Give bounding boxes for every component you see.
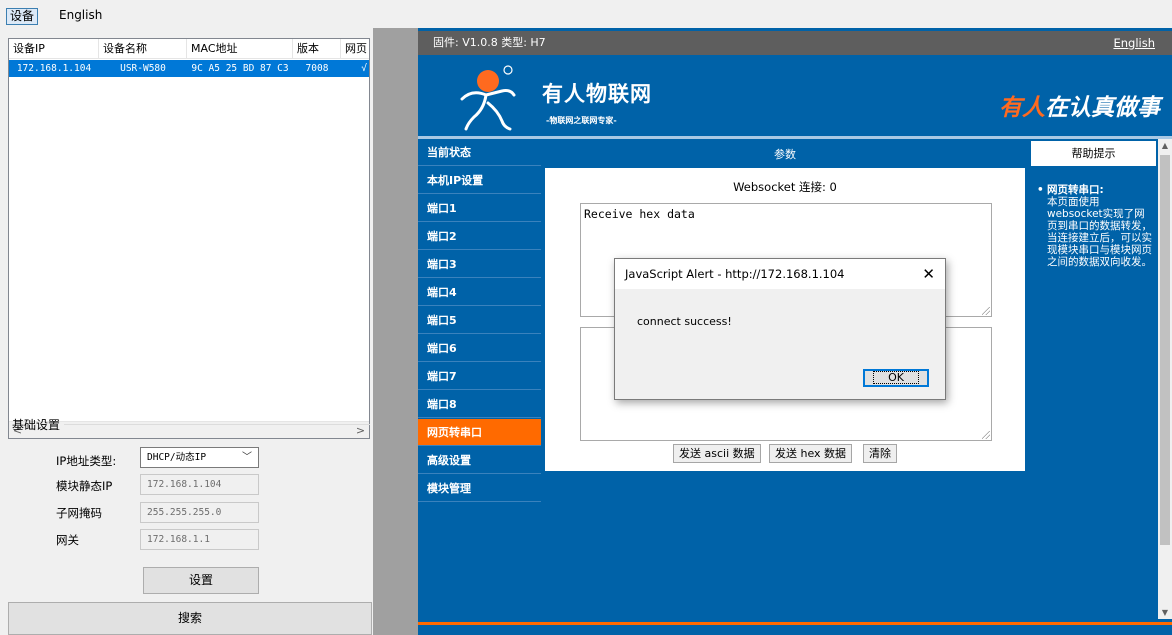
col-version[interactable]: 版本 <box>293 39 341 59</box>
help-item-text: 本页面使用websocket实现了网页到串口的数据转发，当连接建立后，可以实现模… <box>1047 196 1152 268</box>
vertical-scrollbar[interactable]: ▲ ▼ <box>1158 139 1172 619</box>
scroll-down-icon[interactable]: ▼ <box>1158 608 1172 617</box>
close-icon[interactable]: ✕ <box>922 264 935 284</box>
device-mac: 9C A5 25 BD 87 C3 <box>191 63 289 74</box>
resize-grip-icon[interactable] <box>982 307 990 315</box>
search-button[interactable]: 搜索 <box>8 602 372 635</box>
gateway-label: 网关 <box>56 533 79 547</box>
nav-item-port3[interactable]: 端口3 <box>418 251 541 278</box>
help-title: 帮助提示 <box>1029 139 1158 168</box>
nav-item-web-to-serial[interactable]: 网页转串口 <box>418 419 541 446</box>
device-web-check: √ <box>361 63 367 74</box>
ok-button[interactable]: OK <box>863 369 929 387</box>
config-tool-panel: 设备IP 设备名称 MAC地址 版本 网页 172.168.1.104 USR-… <box>0 28 373 635</box>
nav-item-port4[interactable]: 端口4 <box>418 279 541 306</box>
firmware-bar: 固件: V1.0.8 类型: H7 English <box>418 31 1172 55</box>
firmware-info: 固件: V1.0.8 类型: H7 <box>433 36 546 49</box>
nav-item-local-ip[interactable]: 本机IP设置 <box>418 167 541 194</box>
col-mac[interactable]: MAC地址 <box>187 39 293 59</box>
nav-item-port5[interactable]: 端口5 <box>418 307 541 334</box>
resize-grip-icon[interactable] <box>982 431 990 439</box>
footer-bar <box>418 622 1172 635</box>
slogan-highlight: 有人 <box>999 95 1045 121</box>
nav-item-port2[interactable]: 端口2 <box>418 223 541 250</box>
nav-item-status[interactable]: 当前状态 <box>418 139 541 166</box>
ok-label: OK <box>873 371 919 384</box>
gateway-field[interactable]: 172.168.1.1 <box>140 529 259 550</box>
device-list[interactable]: 设备IP 设备名称 MAC地址 版本 网页 172.168.1.104 USR-… <box>8 38 370 439</box>
nav-item-port8[interactable]: 端口8 <box>418 391 541 418</box>
ip-type-value: DHCP/动态IP <box>147 452 207 463</box>
slogan: 有人在认真做事 <box>999 88 1160 122</box>
subnet-field[interactable]: 255.255.255.0 <box>140 502 259 523</box>
tab-device[interactable]: 设备 <box>6 8 39 25</box>
clear-button[interactable]: 清除 <box>863 444 897 463</box>
ip-type-select[interactable]: DHCP/动态IP ﹀ <box>140 447 259 468</box>
col-web[interactable]: 网页 <box>341 39 369 59</box>
alert-title-text: JavaScript Alert - http://172.168.1.104 <box>625 267 845 281</box>
scroll-thumb[interactable] <box>1160 155 1170 545</box>
device-list-header: 设备IP 设备名称 MAC地址 版本 网页 <box>9 39 369 59</box>
nav-item-port6[interactable]: 端口6 <box>418 335 541 362</box>
tab-english[interactable]: English <box>56 8 105 25</box>
chevron-down-icon: ﹀ <box>242 452 252 463</box>
params-title: 参数 <box>545 141 1025 168</box>
nav-item-port7[interactable]: 端口7 <box>418 363 541 390</box>
banner: 有人物联网 -物联网之联网专家- 有人在认真做事 <box>418 58 1172 136</box>
device-ip: 172.168.1.104 <box>16 63 92 74</box>
scroll-up-icon[interactable]: ▲ <box>1158 141 1172 150</box>
col-device-ip[interactable]: 设备IP <box>9 39 99 59</box>
nav-item-module-mgmt[interactable]: 模块管理 <box>418 475 541 502</box>
splitter[interactable] <box>373 28 418 635</box>
ip-type-label: IP地址类型: <box>56 454 117 468</box>
static-ip-field[interactable]: 172.168.1.104 <box>140 474 259 495</box>
receive-text: Receive hex data <box>584 207 695 221</box>
websocket-status: Websocket 连接: 0 <box>733 180 837 194</box>
subnet-label: 子网掩码 <box>56 506 102 520</box>
static-ip-label: 模块静态IP <box>56 479 113 493</box>
basic-settings-title: 基础设置 <box>12 418 61 432</box>
device-name: USR-W580 <box>120 63 166 74</box>
nav-item-advanced[interactable]: 高级设置 <box>418 447 541 474</box>
device-row[interactable]: 172.168.1.104 USR-W580 9C A5 25 BD 87 C3… <box>9 60 369 77</box>
alert-message: connect success! <box>637 315 732 328</box>
help-body: 网页转串口: 本页面使用websocket实现了网页到串口的数据转发，当连接建立… <box>1037 184 1153 268</box>
help-panel: 帮助提示 网页转串口: 本页面使用websocket实现了网页到串口的数据转发，… <box>1029 139 1158 619</box>
alert-dialog: JavaScript Alert - http://172.168.1.104 … <box>614 258 946 400</box>
brand-name: 有人物联网 <box>542 82 652 106</box>
send-hex-button[interactable]: 发送 hex 数据 <box>769 444 853 463</box>
english-link[interactable]: English <box>1113 31 1155 55</box>
divider <box>64 424 370 425</box>
brand-subtitle: -物联网之联网专家- <box>546 116 617 125</box>
usr-logo-icon <box>460 65 516 131</box>
col-device-name[interactable]: 设备名称 <box>99 39 187 59</box>
top-tab-bar: 设备 English <box>0 0 1172 28</box>
slogan-rest: 在认真做事 <box>1045 95 1160 121</box>
nav-item-port1[interactable]: 端口1 <box>418 195 541 222</box>
help-item-title: 网页转串口: <box>1037 184 1153 196</box>
send-ascii-button[interactable]: 发送 ascii 数据 <box>673 444 761 463</box>
set-button[interactable]: 设置 <box>143 567 259 594</box>
sidebar-nav: 当前状态 本机IP设置 端口1 端口2 端口3 端口4 端口5 端口6 端口7 … <box>418 139 541 619</box>
alert-title: JavaScript Alert - http://172.168.1.104 … <box>615 259 945 289</box>
device-version: 7008 <box>305 63 329 74</box>
